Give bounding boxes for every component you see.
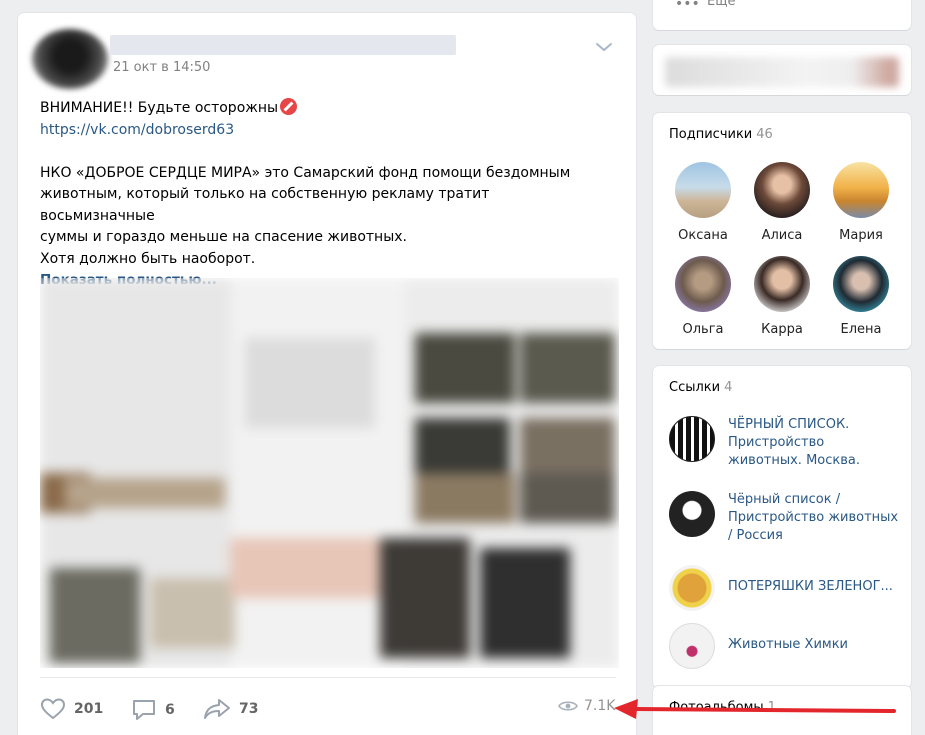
author-name[interactable] (110, 35, 456, 55)
author-avatar[interactable] (32, 29, 108, 89)
avatar (754, 162, 810, 218)
views-counter: 7.1K (558, 698, 615, 714)
sidebar-menu-card: ••• Ещё (653, 0, 911, 30)
views-count: 7.1K (584, 698, 616, 714)
links-title[interactable]: Ссылки 4 (669, 380, 732, 395)
post-image[interactable] (40, 278, 619, 668)
share-count: 73 (239, 701, 259, 717)
post-link[interactable]: https://vk.com/dobroserd63 (40, 120, 600, 142)
sidebar-more-link[interactable]: Ещё (707, 0, 735, 9)
subscribers-card: Подписчики 46 Оксана Алиса Мария Ольга Ка… (653, 113, 911, 349)
friend-karra[interactable]: Карра (747, 256, 817, 337)
link-item[interactable]: ПОТЕРЯШКИ ЗЕЛЕНОГ... (669, 565, 900, 611)
friend-maria[interactable]: Мария (826, 162, 896, 243)
post-text: ВНИМАНИЕ!! Будьте осторожны https://vk.c… (40, 98, 600, 292)
link-avatar (669, 416, 715, 462)
avatar (754, 256, 810, 312)
share-icon (204, 699, 230, 719)
subscribers-title[interactable]: Подписчики 46 (669, 127, 773, 142)
link-item[interactable]: Животные Химки (669, 623, 900, 669)
wall-post: 21 окт в 14:50 ВНИМАНИЕ!! Будьте осторож… (18, 13, 636, 735)
divider (40, 677, 616, 678)
eye-icon (558, 701, 578, 711)
avatar (675, 256, 731, 312)
paw-icon (669, 623, 715, 669)
link-item[interactable]: Чёрный список / Пристройство животных / … (669, 491, 900, 545)
friend-elena[interactable]: Елена (826, 256, 896, 337)
group-card[interactable] (653, 45, 911, 95)
chevron-down-icon[interactable] (592, 39, 616, 55)
more-icon: ••• (675, 0, 700, 12)
group-banner (665, 57, 899, 87)
avatar (833, 162, 889, 218)
links-card: Ссылки 4 ЧЁРНЫЙ СПИСОК. Пристройство живо… (653, 366, 911, 688)
friend-alisa[interactable]: Алиса (747, 162, 817, 243)
avatar (675, 162, 731, 218)
links-count: 4 (724, 380, 733, 395)
comment-count: 6 (165, 702, 175, 718)
comment-button[interactable]: 6 (131, 698, 175, 722)
red-arrow-annotation (614, 699, 896, 719)
link-avatar (669, 565, 715, 611)
comment-icon (133, 700, 155, 720)
friend-olga[interactable]: Ольга (668, 256, 738, 337)
link-item[interactable]: ЧЁРНЫЙ СПИСОК. Пристройство животных. Мо… (669, 416, 900, 470)
no-entry-icon (280, 98, 298, 115)
avatar (833, 256, 889, 312)
heart-icon (40, 698, 66, 720)
skull-icon (669, 491, 715, 537)
share-button[interactable]: 73 (203, 698, 258, 720)
friend-oksana[interactable]: Оксана (668, 162, 738, 243)
like-button[interactable]: 201 (40, 698, 103, 720)
like-count: 201 (74, 701, 104, 717)
post-date[interactable]: 21 окт в 14:50 (113, 60, 210, 75)
subscribers-count: 46 (756, 127, 773, 142)
